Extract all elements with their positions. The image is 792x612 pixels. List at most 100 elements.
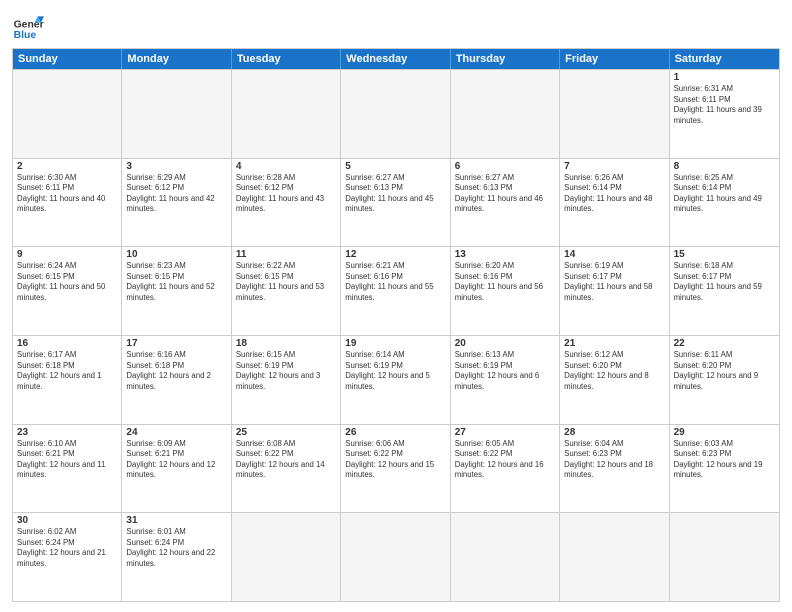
empty-cell: [341, 513, 450, 601]
day-header-wednesday: Wednesday: [341, 49, 450, 69]
day-info: Sunrise: 6:01 AMSunset: 6:24 PMDaylight:…: [126, 527, 226, 569]
empty-cell: [560, 513, 669, 601]
day-header-thursday: Thursday: [451, 49, 560, 69]
day-number: 23: [17, 427, 117, 438]
day-cell-31: 31Sunrise: 6:01 AMSunset: 6:24 PMDayligh…: [122, 513, 231, 601]
day-cell-19: 19Sunrise: 6:14 AMSunset: 6:19 PMDayligh…: [341, 336, 450, 424]
day-number: 24: [126, 427, 226, 438]
day-number: 1: [674, 72, 775, 83]
day-number: 25: [236, 427, 336, 438]
calendar-week-2: 2Sunrise: 6:30 AMSunset: 6:11 PMDaylight…: [13, 158, 779, 247]
day-info: Sunrise: 6:27 AMSunset: 6:13 PMDaylight:…: [345, 173, 445, 215]
day-info: Sunrise: 6:31 AMSunset: 6:11 PMDaylight:…: [674, 84, 775, 126]
empty-cell: [451, 70, 560, 158]
calendar-week-1: 1Sunrise: 6:31 AMSunset: 6:11 PMDaylight…: [13, 69, 779, 158]
page: General Blue SundayMondayTuesdayWednesda…: [0, 0, 792, 612]
day-number: 5: [345, 161, 445, 172]
calendar-week-6: 30Sunrise: 6:02 AMSunset: 6:24 PMDayligh…: [13, 512, 779, 601]
day-cell-18: 18Sunrise: 6:15 AMSunset: 6:19 PMDayligh…: [232, 336, 341, 424]
calendar-week-3: 9Sunrise: 6:24 AMSunset: 6:15 PMDaylight…: [13, 246, 779, 335]
empty-cell: [670, 513, 779, 601]
day-cell-1: 1Sunrise: 6:31 AMSunset: 6:11 PMDaylight…: [670, 70, 779, 158]
day-cell-20: 20Sunrise: 6:13 AMSunset: 6:19 PMDayligh…: [451, 336, 560, 424]
day-info: Sunrise: 6:16 AMSunset: 6:18 PMDaylight:…: [126, 350, 226, 392]
day-cell-7: 7Sunrise: 6:26 AMSunset: 6:14 PMDaylight…: [560, 159, 669, 247]
day-cell-11: 11Sunrise: 6:22 AMSunset: 6:15 PMDayligh…: [232, 247, 341, 335]
day-cell-13: 13Sunrise: 6:20 AMSunset: 6:16 PMDayligh…: [451, 247, 560, 335]
day-number: 21: [564, 338, 664, 349]
day-info: Sunrise: 6:13 AMSunset: 6:19 PMDaylight:…: [455, 350, 555, 392]
day-cell-22: 22Sunrise: 6:11 AMSunset: 6:20 PMDayligh…: [670, 336, 779, 424]
day-number: 6: [455, 161, 555, 172]
day-cell-27: 27Sunrise: 6:05 AMSunset: 6:22 PMDayligh…: [451, 425, 560, 513]
day-number: 31: [126, 515, 226, 526]
day-cell-12: 12Sunrise: 6:21 AMSunset: 6:16 PMDayligh…: [341, 247, 450, 335]
day-header-monday: Monday: [122, 49, 231, 69]
day-header-saturday: Saturday: [670, 49, 779, 69]
day-cell-14: 14Sunrise: 6:19 AMSunset: 6:17 PMDayligh…: [560, 247, 669, 335]
day-info: Sunrise: 6:23 AMSunset: 6:15 PMDaylight:…: [126, 261, 226, 303]
day-number: 16: [17, 338, 117, 349]
calendar-header: SundayMondayTuesdayWednesdayThursdayFrid…: [13, 49, 779, 69]
header: General Blue: [12, 10, 780, 42]
day-number: 19: [345, 338, 445, 349]
day-cell-23: 23Sunrise: 6:10 AMSunset: 6:21 PMDayligh…: [13, 425, 122, 513]
calendar-week-5: 23Sunrise: 6:10 AMSunset: 6:21 PMDayligh…: [13, 424, 779, 513]
day-cell-5: 5Sunrise: 6:27 AMSunset: 6:13 PMDaylight…: [341, 159, 450, 247]
day-number: 27: [455, 427, 555, 438]
day-info: Sunrise: 6:14 AMSunset: 6:19 PMDaylight:…: [345, 350, 445, 392]
day-number: 20: [455, 338, 555, 349]
logo: General Blue: [12, 10, 44, 42]
day-cell-8: 8Sunrise: 6:25 AMSunset: 6:14 PMDaylight…: [670, 159, 779, 247]
day-cell-25: 25Sunrise: 6:08 AMSunset: 6:22 PMDayligh…: [232, 425, 341, 513]
empty-cell: [232, 70, 341, 158]
day-number: 30: [17, 515, 117, 526]
day-number: 29: [674, 427, 775, 438]
day-info: Sunrise: 6:27 AMSunset: 6:13 PMDaylight:…: [455, 173, 555, 215]
day-cell-10: 10Sunrise: 6:23 AMSunset: 6:15 PMDayligh…: [122, 247, 231, 335]
day-cell-6: 6Sunrise: 6:27 AMSunset: 6:13 PMDaylight…: [451, 159, 560, 247]
empty-cell: [122, 70, 231, 158]
day-info: Sunrise: 6:03 AMSunset: 6:23 PMDaylight:…: [674, 439, 775, 481]
day-info: Sunrise: 6:05 AMSunset: 6:22 PMDaylight:…: [455, 439, 555, 481]
day-info: Sunrise: 6:17 AMSunset: 6:18 PMDaylight:…: [17, 350, 117, 392]
day-cell-17: 17Sunrise: 6:16 AMSunset: 6:18 PMDayligh…: [122, 336, 231, 424]
day-number: 26: [345, 427, 445, 438]
day-header-sunday: Sunday: [13, 49, 122, 69]
day-cell-30: 30Sunrise: 6:02 AMSunset: 6:24 PMDayligh…: [13, 513, 122, 601]
day-number: 7: [564, 161, 664, 172]
calendar: SundayMondayTuesdayWednesdayThursdayFrid…: [12, 48, 780, 602]
day-number: 28: [564, 427, 664, 438]
day-cell-28: 28Sunrise: 6:04 AMSunset: 6:23 PMDayligh…: [560, 425, 669, 513]
day-number: 3: [126, 161, 226, 172]
logo-icon: General Blue: [12, 10, 44, 42]
day-cell-16: 16Sunrise: 6:17 AMSunset: 6:18 PMDayligh…: [13, 336, 122, 424]
day-info: Sunrise: 6:10 AMSunset: 6:21 PMDaylight:…: [17, 439, 117, 481]
day-number: 9: [17, 249, 117, 260]
day-info: Sunrise: 6:20 AMSunset: 6:16 PMDaylight:…: [455, 261, 555, 303]
day-info: Sunrise: 6:29 AMSunset: 6:12 PMDaylight:…: [126, 173, 226, 215]
empty-cell: [451, 513, 560, 601]
empty-cell: [232, 513, 341, 601]
day-header-tuesday: Tuesday: [232, 49, 341, 69]
svg-text:Blue: Blue: [14, 30, 37, 41]
day-info: Sunrise: 6:26 AMSunset: 6:14 PMDaylight:…: [564, 173, 664, 215]
calendar-week-4: 16Sunrise: 6:17 AMSunset: 6:18 PMDayligh…: [13, 335, 779, 424]
day-info: Sunrise: 6:11 AMSunset: 6:20 PMDaylight:…: [674, 350, 775, 392]
day-number: 8: [674, 161, 775, 172]
day-info: Sunrise: 6:21 AMSunset: 6:16 PMDaylight:…: [345, 261, 445, 303]
day-info: Sunrise: 6:24 AMSunset: 6:15 PMDaylight:…: [17, 261, 117, 303]
day-cell-21: 21Sunrise: 6:12 AMSunset: 6:20 PMDayligh…: [560, 336, 669, 424]
day-number: 15: [674, 249, 775, 260]
day-number: 14: [564, 249, 664, 260]
day-number: 4: [236, 161, 336, 172]
day-cell-15: 15Sunrise: 6:18 AMSunset: 6:17 PMDayligh…: [670, 247, 779, 335]
day-cell-9: 9Sunrise: 6:24 AMSunset: 6:15 PMDaylight…: [13, 247, 122, 335]
day-number: 18: [236, 338, 336, 349]
day-info: Sunrise: 6:25 AMSunset: 6:14 PMDaylight:…: [674, 173, 775, 215]
day-number: 22: [674, 338, 775, 349]
day-cell-26: 26Sunrise: 6:06 AMSunset: 6:22 PMDayligh…: [341, 425, 450, 513]
empty-cell: [13, 70, 122, 158]
day-info: Sunrise: 6:15 AMSunset: 6:19 PMDaylight:…: [236, 350, 336, 392]
day-info: Sunrise: 6:22 AMSunset: 6:15 PMDaylight:…: [236, 261, 336, 303]
